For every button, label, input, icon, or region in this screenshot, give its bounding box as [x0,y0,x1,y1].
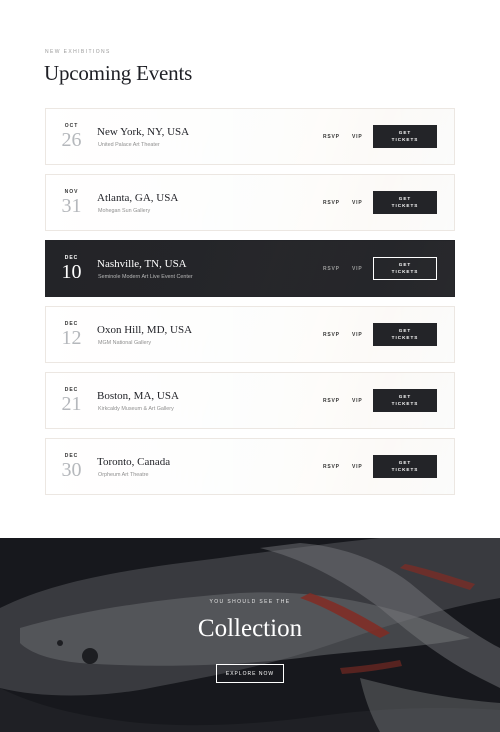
rsvp-link[interactable]: RSVP [323,266,340,272]
get-tickets-button[interactable]: GET TICKETS [373,257,437,280]
event-day: 10 [61,261,82,283]
event-row: OCT 26 New York, NY, USA United Palace A… [45,108,455,165]
ticket-label-line2: TICKETS [391,400,419,406]
vip-link[interactable]: VIP [352,266,362,272]
rsvp-link[interactable]: RSVP [323,332,340,338]
event-venue: Orpheum Art Theatre [98,472,149,478]
ticket-label-line2: TICKETS [391,202,419,208]
ticket-label-line2: TICKETS [391,466,419,472]
event-city: New York, NY, USA [97,126,190,138]
collection-title: Collection [197,615,303,642]
get-tickets-button[interactable]: GET TICKETS [373,455,437,478]
event-day: 31 [61,195,82,217]
page: NEW EXHIBITIONS Upcoming Events OCT 26 N… [0,0,500,732]
vip-link[interactable]: VIP [352,332,362,338]
event-day: 30 [61,459,82,481]
vip-link[interactable]: VIP [352,200,362,206]
events-list: OCT 26 New York, NY, USA United Palace A… [45,108,455,504]
event-city: Oxon Hill, MD, USA [97,324,193,336]
event-date: NOV 31 [46,175,97,230]
event-city: Nashville, TN, USA [97,258,187,270]
section-eyebrow: NEW EXHIBITIONS [45,49,111,55]
ticket-label-line2: TICKETS [391,136,419,142]
event-venue: Kirkcaldy Museum & Art Gallery [98,406,174,412]
rsvp-link[interactable]: RSVP [323,134,340,140]
event-venue: Seminole Modern Art Live Event Center [98,274,193,280]
get-tickets-button[interactable]: GET TICKETS [373,389,437,412]
event-row: NOV 31 Atlanta, GA, USA Mohegan Sun Gall… [45,174,455,231]
event-venue: United Palace Art Theater [98,142,160,148]
event-city: Atlanta, GA, USA [97,192,179,204]
event-venue: Mohegan Sun Gallery [98,208,151,214]
event-day: 21 [61,393,82,415]
get-tickets-button[interactable]: GET TICKETS [373,191,437,214]
events-section: NEW EXHIBITIONS Upcoming Events OCT 26 N… [0,0,500,538]
rsvp-link[interactable]: RSVP [323,200,340,206]
event-date: OCT 26 [46,109,97,164]
rsvp-link[interactable]: RSVP [323,398,340,404]
page-title: Upcoming Events [44,61,193,85]
event-row: DEC 10 Nashville, TN, USA Seminole Moder… [45,240,455,297]
event-day: 12 [61,327,82,349]
event-venue: MGM National Gallery [98,340,152,346]
event-row: DEC 30 Toronto, Canada Orpheum Art Theat… [45,438,455,495]
vip-link[interactable]: VIP [352,134,362,140]
rsvp-link[interactable]: RSVP [323,464,340,470]
event-city: Toronto, Canada [97,456,171,468]
event-row: DEC 21 Boston, MA, USA Kirkcaldy Museum … [45,372,455,429]
get-tickets-button[interactable]: GET TICKETS [373,125,437,148]
event-date: DEC 21 [46,373,97,428]
explore-now-button[interactable]: EXPLORE NOW [216,664,284,683]
event-date: DEC 12 [46,307,97,362]
event-city: Boston, MA, USA [97,390,179,402]
ticket-label-line2: TICKETS [391,268,419,274]
event-row: DEC 12 Oxon Hill, MD, USA MGM National G… [45,306,455,363]
get-tickets-button[interactable]: GET TICKETS [373,323,437,346]
ticket-label-line2: TICKETS [391,334,419,340]
event-date: DEC 30 [46,439,97,494]
vip-link[interactable]: VIP [352,464,362,470]
event-date: DEC 10 [46,241,97,296]
event-day: 26 [61,129,82,151]
collection-eyebrow: YOU SHOULD SEE THE [209,599,291,605]
vip-link[interactable]: VIP [352,398,362,404]
